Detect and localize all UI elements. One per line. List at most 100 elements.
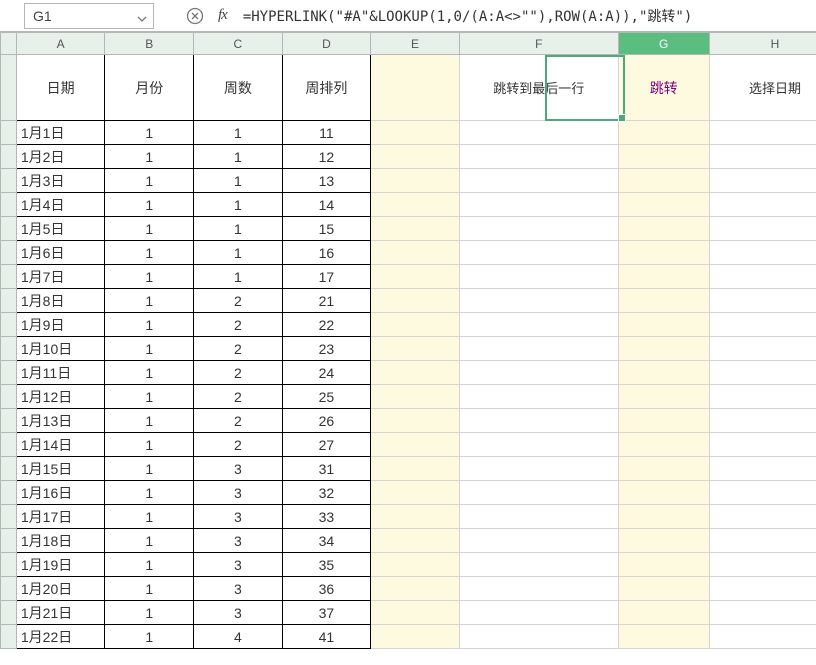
cell-E11[interactable] — [371, 337, 460, 361]
cell-H20[interactable] — [709, 553, 816, 577]
cell-D8[interactable]: 17 — [282, 265, 371, 289]
cell-E17[interactable] — [371, 481, 460, 505]
cell-A5[interactable]: 1月4日 — [16, 193, 105, 217]
cell-A12[interactable]: 1月11日 — [16, 361, 105, 385]
cell-C18[interactable]: 3 — [194, 505, 283, 529]
cell-E23[interactable] — [371, 625, 460, 649]
cell-H16[interactable] — [709, 457, 816, 481]
cell-H17[interactable] — [709, 481, 816, 505]
cell-F20[interactable] — [459, 553, 618, 577]
cell-C5[interactable]: 1 — [194, 193, 283, 217]
cell-D2[interactable]: 11 — [282, 121, 371, 145]
cell-F9[interactable] — [459, 289, 618, 313]
cell-E2[interactable] — [371, 121, 460, 145]
formula-input[interactable]: =HYPERLINK("#A"&LOOKUP(1,0/(A:A<>""),ROW… — [237, 3, 816, 29]
row-header[interactable] — [1, 337, 17, 361]
cell-A23[interactable]: 1月22日 — [16, 625, 105, 649]
cell-B6[interactable]: 1 — [105, 217, 194, 241]
cell-C11[interactable]: 2 — [194, 337, 283, 361]
cell-E14[interactable] — [371, 409, 460, 433]
cell-E6[interactable] — [371, 217, 460, 241]
cell-F23[interactable] — [459, 625, 618, 649]
cell-H19[interactable] — [709, 529, 816, 553]
cell-E15[interactable] — [371, 433, 460, 457]
cell-E5[interactable] — [371, 193, 460, 217]
cell-G21[interactable] — [618, 577, 709, 601]
cell-D23[interactable]: 41 — [282, 625, 371, 649]
cell-B11[interactable]: 1 — [105, 337, 194, 361]
cell-F19[interactable] — [459, 529, 618, 553]
row-header[interactable] — [1, 313, 17, 337]
cell-H8[interactable] — [709, 265, 816, 289]
cell-D19[interactable]: 34 — [282, 529, 371, 553]
cell-E7[interactable] — [371, 241, 460, 265]
cell-F12[interactable] — [459, 361, 618, 385]
cell-D16[interactable]: 31 — [282, 457, 371, 481]
cell-C8[interactable]: 1 — [194, 265, 283, 289]
cell-C9[interactable]: 2 — [194, 289, 283, 313]
row-header[interactable] — [1, 361, 17, 385]
row-header[interactable] — [1, 265, 17, 289]
cell-B12[interactable]: 1 — [105, 361, 194, 385]
cell-G14[interactable] — [618, 409, 709, 433]
cell-A17[interactable]: 1月16日 — [16, 481, 105, 505]
row-header[interactable] — [1, 169, 17, 193]
cell-D14[interactable]: 26 — [282, 409, 371, 433]
cell-H15[interactable] — [709, 433, 816, 457]
cell-F17[interactable] — [459, 481, 618, 505]
cell-C2[interactable]: 1 — [194, 121, 283, 145]
cell-F11[interactable] — [459, 337, 618, 361]
cell-H2[interactable] — [709, 121, 816, 145]
cell-A20[interactable]: 1月19日 — [16, 553, 105, 577]
cell-H11[interactable] — [709, 337, 816, 361]
cell-E4[interactable] — [371, 169, 460, 193]
col-header-C[interactable]: C — [194, 33, 283, 55]
cell-A6[interactable]: 1月5日 — [16, 217, 105, 241]
cell-D6[interactable]: 15 — [282, 217, 371, 241]
cell-A2[interactable]: 1月1日 — [16, 121, 105, 145]
cell-G9[interactable] — [618, 289, 709, 313]
cell-G3[interactable] — [618, 145, 709, 169]
cancel-icon[interactable] — [186, 7, 204, 25]
cell-D4[interactable]: 13 — [282, 169, 371, 193]
cell-H4[interactable] — [709, 169, 816, 193]
cell-G10[interactable] — [618, 313, 709, 337]
cell-C1[interactable]: 周数 — [194, 55, 283, 121]
cell-B16[interactable]: 1 — [105, 457, 194, 481]
row-header[interactable] — [1, 289, 17, 313]
cell-F16[interactable] — [459, 457, 618, 481]
row-header[interactable] — [1, 457, 17, 481]
cell-G8[interactable] — [618, 265, 709, 289]
cell-B5[interactable]: 1 — [105, 193, 194, 217]
cell-G16[interactable] — [618, 457, 709, 481]
cell-A18[interactable]: 1月17日 — [16, 505, 105, 529]
cell-H10[interactable] — [709, 313, 816, 337]
cell-F15[interactable] — [459, 433, 618, 457]
col-header-F[interactable]: F — [459, 33, 618, 55]
cell-H22[interactable] — [709, 601, 816, 625]
cell-B17[interactable]: 1 — [105, 481, 194, 505]
cell-E1[interactable] — [371, 55, 460, 121]
cell-C19[interactable]: 3 — [194, 529, 283, 553]
cell-B20[interactable]: 1 — [105, 553, 194, 577]
cell-A11[interactable]: 1月10日 — [16, 337, 105, 361]
col-header-D[interactable]: D — [282, 33, 371, 55]
cell-D12[interactable]: 24 — [282, 361, 371, 385]
cell-B15[interactable]: 1 — [105, 433, 194, 457]
cell-E12[interactable] — [371, 361, 460, 385]
cell-B7[interactable]: 1 — [105, 241, 194, 265]
cell-D20[interactable]: 35 — [282, 553, 371, 577]
cell-C12[interactable]: 2 — [194, 361, 283, 385]
cell-H9[interactable] — [709, 289, 816, 313]
cell-A10[interactable]: 1月9日 — [16, 313, 105, 337]
row-header[interactable] — [1, 385, 17, 409]
cell-C15[interactable]: 2 — [194, 433, 283, 457]
cell-F2[interactable] — [459, 121, 618, 145]
row-header[interactable] — [1, 601, 17, 625]
cell-G5[interactable] — [618, 193, 709, 217]
row-header[interactable] — [1, 433, 17, 457]
cell-G23[interactable] — [618, 625, 709, 649]
cell-F7[interactable] — [459, 241, 618, 265]
cell-H13[interactable] — [709, 385, 816, 409]
cell-C3[interactable]: 1 — [194, 145, 283, 169]
